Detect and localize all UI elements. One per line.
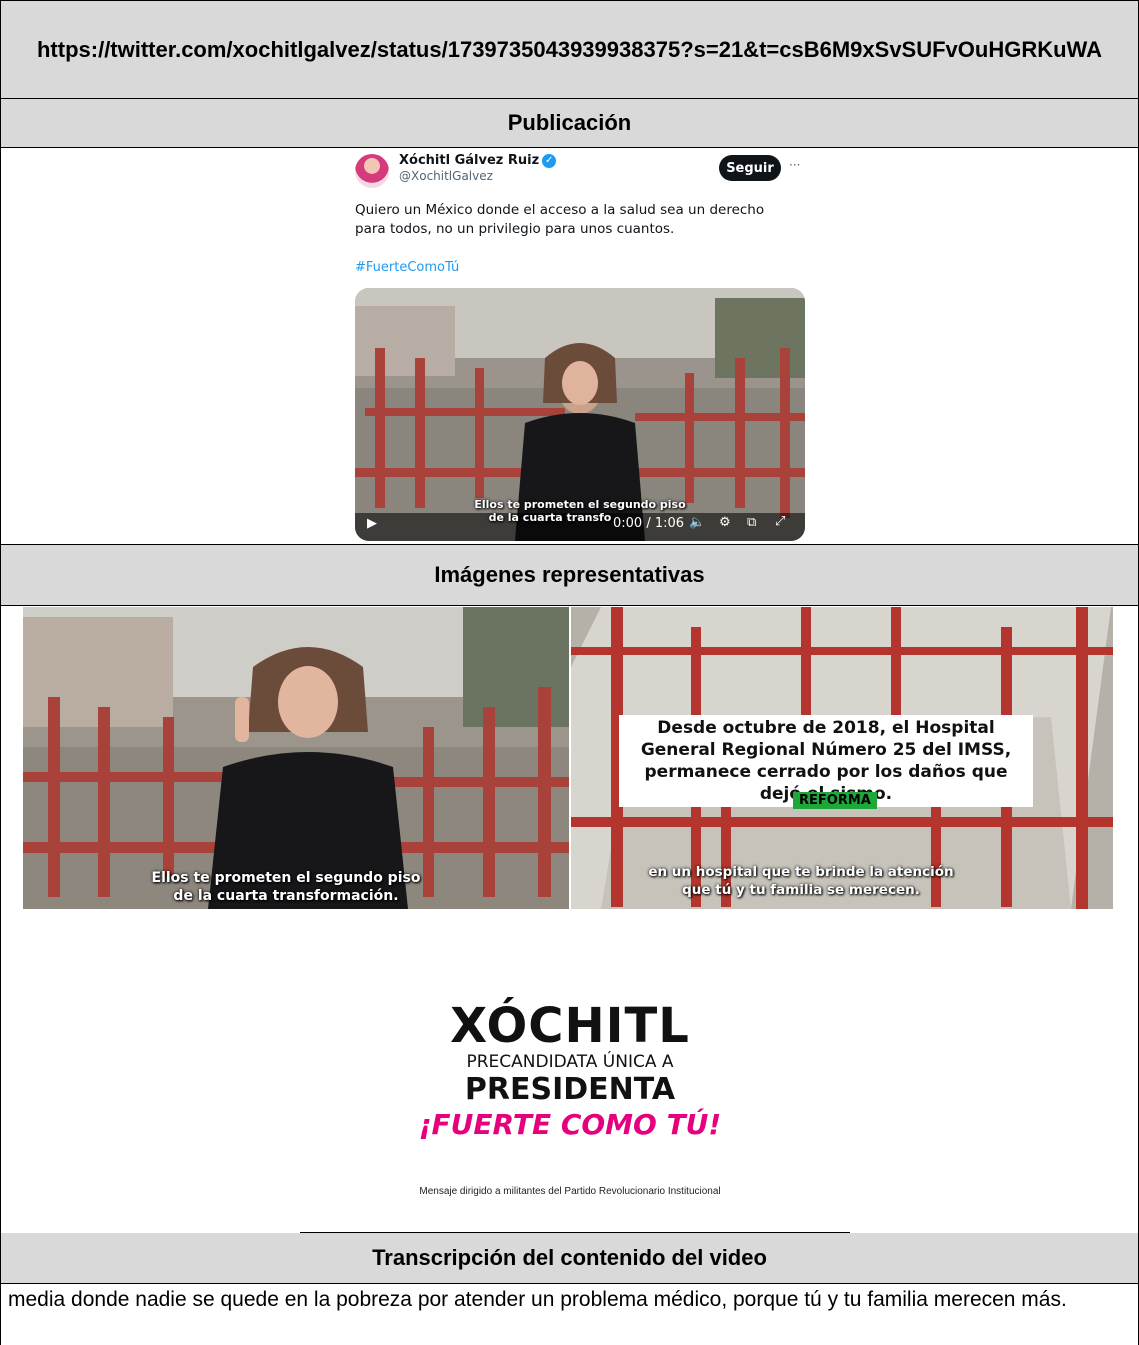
author-name[interactable]: Xóchitl Gálvez Ruiz [399,153,539,168]
logo-slogan: ¡FUERTE COMO TÚ! [418,1108,722,1141]
fullscreen-icon[interactable]: ⤢ [775,514,785,529]
campaign-logo: XÓCHITL PRECANDIDATA ÚNICA A PRESIDENTA … [380,1000,760,1170]
representative-image-left: Ellos te prometen el segundo piso de la … [23,607,569,909]
logo-title: PRESIDENTA [464,1072,676,1107]
pip-icon[interactable]: ⧉ [747,515,756,530]
divider [0,1283,1139,1284]
author-block: Xóchitl Gálvez Ruiz ✓ @XochitlGalvez [399,153,639,183]
video-player[interactable]: Ellos te prometen el segundo piso de la … [355,288,805,541]
more-options-icon[interactable]: ··· [789,158,800,172]
section-header-images: Imágenes representativas [0,545,1139,605]
video-time: 0:00 / 1:06 [613,516,685,531]
section-header-transcription: Transcripción del contenido del video [0,1233,1139,1283]
url-header: https://twitter.com/xochitlgalvez/status… [0,0,1139,98]
source-badge: REFORMA [793,792,877,809]
section-title: Transcripción del contenido del video [372,1245,767,1270]
video-subtitle: Ellos te prometen el segundo piso de la … [474,498,686,524]
logo-subtitle: PRECANDIDATA ÚNICA A [466,1052,674,1072]
author-handle[interactable]: @XochitlGalvez [399,169,639,183]
verified-icon: ✓ [542,153,557,168]
settings-icon[interactable]: ⚙ [719,515,731,530]
logo-name: XÓCHITL [450,998,690,1054]
section-title: Publicación [507,110,632,135]
tweet-card: Xóchitl Gálvez Ruiz ✓ @XochitlGalvez Segu… [341,148,811,544]
logo-disclaimer: Mensaje dirigido a militantes del Partid… [419,1186,721,1197]
representative-image-right: Desde octubre de 2018, el Hospital Gener… [571,607,1113,909]
follow-button[interactable]: Seguir [719,155,781,181]
follow-label: Seguir [726,160,774,176]
url-text[interactable]: https://twitter.com/xochitlgalvez/status… [37,29,1102,71]
image-right-caption: en un hospital que te brinde la atención… [648,864,954,898]
border-left [0,147,1,1345]
avatar[interactable] [355,154,389,188]
tweet-text: Quiero un México donde el acceso a la sa… [355,202,765,237]
section-title: Imágenes representativas [434,562,705,587]
transcription-text: media donde nadie se quede en la pobreza… [8,1288,1067,1311]
volume-icon[interactable]: 🔈 [689,515,705,530]
play-icon[interactable]: ▶ [367,516,377,531]
hashtag-link[interactable]: #FuerteComoTú [355,260,459,275]
image-left-scene [23,607,569,909]
image-left-caption: Ellos te prometen el segundo piso de la … [151,870,421,904]
section-header-publication: Publicación [0,99,1139,147]
divider [0,605,1139,606]
